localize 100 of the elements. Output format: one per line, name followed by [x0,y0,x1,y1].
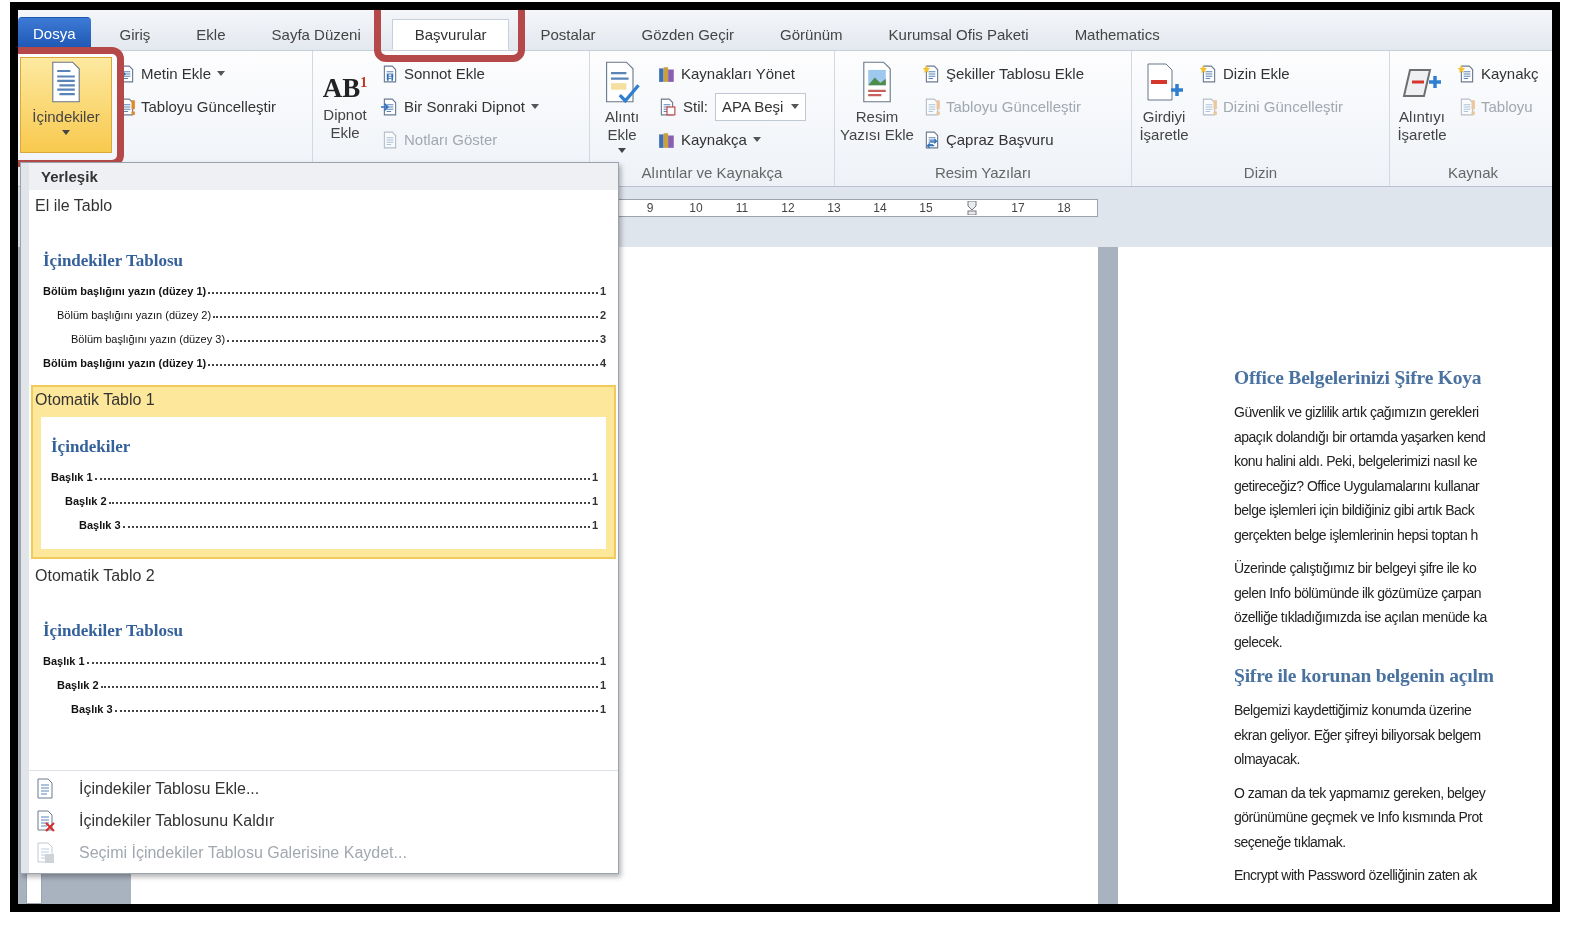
ribbon-tab[interactable]: Görünüm [765,19,858,50]
scroll-bar[interactable] [21,163,29,873]
toc-title: İçindekiler Tablosu [43,251,184,271]
gallery-title: Otomatik Tablo 2 [34,566,156,586]
group-label: Alıntılar ve Kaynakça [640,163,784,183]
toc-entry: Bölüm başlığını yazın (düzey 1) [43,285,207,297]
caret-icon [752,137,761,142]
toc-entry: Başlık 1 [51,471,93,483]
paragraph-line: Encrypt with Password özelliğinin zaten ak [1234,866,1478,885]
page-number: 1 [599,655,606,667]
paragraph-line: getireceğiz? Office Uygulamalarını kullanar [1234,476,1481,496]
ribbon-button[interactable]: Resim Yazısı Ekle [837,57,917,147]
ribbon-button[interactable]: AB$^{1}$ Dipnot Ekle [315,57,375,145]
group-label: Kaynak [1446,163,1499,183]
document-icon [35,778,55,800]
ribbon-tab[interactable]: Gözden Geçir [626,19,750,50]
paragraph-line: gerçekten belge işlemlerinin hepsi toptan h [1234,525,1479,545]
ribbon-tab[interactable]: Giriş [104,19,166,50]
books-icon [658,64,676,83]
documents-icon [658,97,676,116]
style-dropdown[interactable]: APA Beşi [715,92,807,121]
ruler-number: 14 [872,201,888,215]
ribbon-button[interactable]: Girdiyi İşaretle [1134,57,1194,147]
document-heading: Office Belgelerinizi Şifre Koya [1234,366,1483,390]
gallery-item[interactable]: Otomatik Tablo 1 İçindekiler Başlık 1 1 Başlık 2 1 Başlık 3 1 [31,385,616,559]
ribbon-button[interactable]: Bir Sonraki Dipnot [402,96,541,117]
gallery-title: El ile Tablo [34,196,114,216]
ribbon-button[interactable]: İçindekiler [20,57,112,153]
toc-entry: Başlık 3 [71,703,113,715]
ribbon-button[interactable]: Tabloyu Güncelleştir [139,96,279,117]
ruler-number: 18 [1056,201,1072,215]
ruler-number: 9 [645,201,655,215]
star-document-icon [922,64,941,83]
ribbon-button[interactable]: Kaynakları Yönet [679,63,797,84]
caret-icon [217,71,226,76]
document-warning-icon [1458,97,1476,116]
paragraph-line: Güvenlik ve gizlilik artık çağımızın gerekleri [1234,403,1480,422]
toc-title: İçindekiler Tablosu [43,621,184,641]
paragraph-line: Belgemizi kaydettiğimiz konumda üzerine [1234,701,1473,720]
document-warning-icon [1200,97,1218,116]
ribbon-tab[interactable]: Postalar [525,19,611,50]
group-label: Dizin [1242,163,1279,183]
paragraph-line: Üzerinde çalıştığımız bir belgeyi şifre ile ko [1234,559,1478,578]
menu-item[interactable]: İçindekiler Tablosunu Kaldır [77,810,277,832]
ribbon-tab[interactable]: Kurumsal Ofis Paketi [873,19,1044,50]
books-icon [658,130,676,149]
ribbon-tab[interactable]: Ekle [181,19,241,50]
toc-entry: Bölüm başlığını yazın (düzey 2) [57,309,212,321]
page-number: 1 [591,495,598,507]
arrow-document-icon [381,97,399,116]
indent-marker[interactable] [967,201,977,215]
paragraph-line: apaçık dolandığı bir ortamda yaşarken kend [1234,427,1487,447]
paragraph-line: O zaman da tek yapmamız gereken, belgey [1234,783,1487,803]
paragraph-line: görünümüne geçmek ve Info kısmında Prot [1234,808,1484,827]
page-number: 1 [591,519,598,531]
toc-entry: Başlık 2 [65,495,107,507]
section-header: Yerleşik [29,163,618,190]
ruler-number: 17 [1010,201,1026,215]
document-save-icon [35,842,55,864]
paragraph-line: gelecek. [1234,632,1284,652]
ribbon-tab[interactable]: Mathematics [1059,19,1175,50]
toc-entry: Başlık 1 [43,655,85,667]
ribbon-button[interactable]: Dizin Ekle [1221,63,1292,84]
caret-icon [530,104,539,109]
page-number: 1 [599,285,606,297]
menu-item[interactable]: İçindekiler Tablosu Ekle... [77,778,262,800]
ribbon-button[interactable]: Metin Ekle [139,63,228,84]
toc-title: İçindekiler [51,437,132,457]
caret-icon [791,104,800,109]
ribbon-tab[interactable]: Başvurular [391,19,510,50]
ruler-number: 10 [688,201,704,215]
page-number: 4 [599,357,606,369]
ribbon-button[interactable]: Kaynakç [1479,63,1541,84]
paragraph-line: gelen Info bölümünde ilk gözümüze çarpan [1234,583,1482,603]
paragraph-line: seçeneğe tıklamak. [1234,832,1347,852]
group-label: Resim Yazıları [933,163,1033,183]
bracket-document-icon [381,64,399,83]
gallery-item[interactable]: Otomatik Tablo 2 İçindekiler Tablosu Başlık 1 1 Başlık 2 1 Başlık 3 1 [31,561,616,729]
toc-entry: Bölüm başlığını yazın (düzey 3) [71,333,226,345]
minus-plus-document-icon [1144,60,1184,104]
ribbon-button[interactable]: Şekiller Tablosu Ekle [943,63,1087,84]
ruler-number: 13 [826,201,842,215]
style-label: Stil: [683,98,708,115]
paragraph-line: belge işlemleri için bildiğiniz gibi artık Back [1234,501,1476,520]
page-number: 2 [599,309,606,321]
toc-entry: Başlık 2 [57,679,99,691]
ribbon-button[interactable]: Çapraz Başvuru [943,129,1056,150]
ribbon-tab[interactable]: Sayfa Düzeni [256,19,376,50]
ribbon-button[interactable]: Kaynakça [679,129,763,150]
document-icon [381,130,399,149]
paragraph-line: konu halini aldı. Peki, belgelerimizi nasıl ke [1234,452,1479,471]
star-document-icon [1458,64,1476,83]
ruler-number: 11 [734,201,750,215]
page-number: 1 [599,703,606,715]
gallery-item[interactable]: El ile Tablo İçindekiler Tablosu Bölüm başlığını yazın (düzey 1) 1 Bölüm başlığını yazın (düzey 2) 2 Bölüm başlığını yazın (düzey 3) 3 Bölüm başlığını yazın (düzey 1) 4 [31,191,616,383]
ribbon-button[interactable]: Alıntıyı İşaretle [1392,57,1452,147]
toc-entry: Başlık 3 [79,519,121,531]
star-document-icon [1200,64,1218,83]
ribbon-button[interactable]: Alıntı Ekle [592,57,652,156]
ribbon-button[interactable]: Sonnot Ekle [402,63,487,84]
